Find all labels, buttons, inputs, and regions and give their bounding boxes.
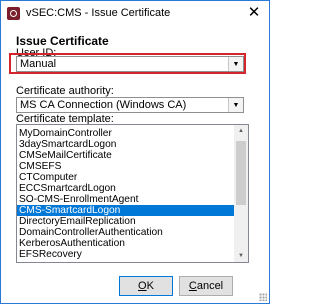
title-bar[interactable]: vSEC:CMS - Issue Certificate ✕ (1, 1, 269, 26)
certificate-authority-combobox[interactable]: MS CA Connection (Windows CA) ▼ (16, 97, 244, 113)
section-title: Issue Certificate (16, 34, 109, 48)
list-item[interactable]: 3daySmartcardLogon (17, 139, 234, 150)
ok-label-rest: K (146, 280, 154, 292)
certificate-template-listbox[interactable]: MyDomainController 3daySmartcardLogon CMSe… (16, 124, 249, 263)
list-item[interactable]: KerberosAuthentication (17, 238, 234, 249)
user-id-value: Manual (20, 58, 57, 70)
certificate-authority-value: MS CA Connection (Windows CA) (20, 99, 187, 111)
scroll-down-arrow-icon[interactable]: ▼ (234, 250, 248, 262)
list-item[interactable]: ECCSmartcardLogon (17, 183, 234, 194)
chevron-down-icon[interactable]: ▼ (228, 57, 243, 71)
cancel-mnemonic: C (188, 280, 197, 292)
list-item[interactable]: CMSeMailCertificate (17, 150, 234, 161)
window-title: vSEC:CMS - Issue Certificate (26, 7, 171, 19)
scroll-up-arrow-icon[interactable]: ▲ (234, 125, 248, 137)
vsec-app-icon (7, 7, 20, 20)
list-item[interactable]: CMSEFS (17, 161, 234, 172)
chevron-down-icon[interactable]: ▼ (228, 98, 243, 112)
scrollbar-thumb[interactable] (236, 141, 246, 205)
cancel-label-rest: ancel (196, 280, 224, 292)
resize-grip[interactable] (259, 293, 267, 301)
list-item[interactable]: CTComputer (17, 172, 234, 183)
issue-certificate-dialog: vSEC:CMS - Issue Certificate ✕ Issue Cer… (0, 0, 270, 304)
list-item[interactable]: MyDomainController (17, 128, 234, 139)
template-list: MyDomainController 3daySmartcardLogon CMSe… (17, 128, 234, 260)
certificate-authority-label: Certificate authority: (16, 85, 114, 97)
close-button[interactable]: ✕ (239, 1, 269, 23)
list-item[interactable]: DirectoryEmailReplication (17, 216, 234, 227)
list-item[interactable]: CMS-SmartcardLogon (17, 205, 234, 216)
vertical-scrollbar[interactable]: ▲ ▼ (234, 125, 248, 262)
list-item[interactable]: SO-CMS-EnrollmentAgent (17, 194, 234, 205)
list-item[interactable]: DomainControllerAuthentication (17, 227, 234, 238)
ok-mnemonic: O (138, 280, 147, 292)
user-id-combobox[interactable]: Manual ▼ (16, 56, 244, 72)
cancel-button[interactable]: Cancel (179, 276, 233, 296)
ok-button[interactable]: OK (119, 276, 173, 296)
list-item[interactable]: EFSRecovery (17, 249, 234, 260)
